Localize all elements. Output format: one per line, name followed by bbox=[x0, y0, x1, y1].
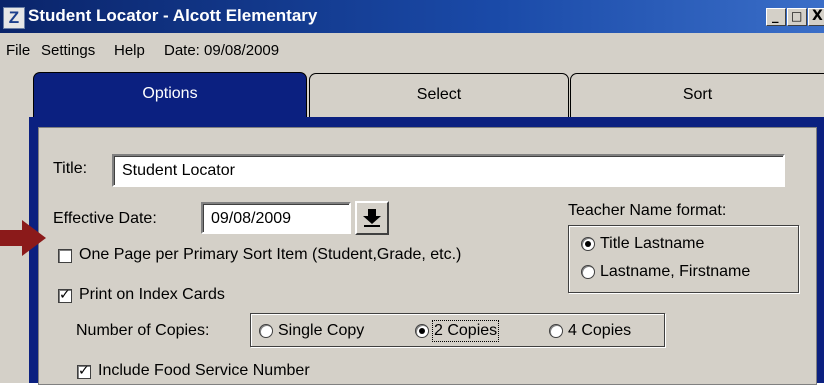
app-icon[interactable]: Z bbox=[3, 7, 25, 29]
radio-single-copy[interactable] bbox=[259, 324, 273, 338]
checkmark-icon: ✓ bbox=[78, 363, 90, 379]
copies-label: Number of Copies: bbox=[76, 322, 210, 339]
food-service-label[interactable]: Include Food Service Number bbox=[98, 362, 310, 380]
maximize-button[interactable]: □ bbox=[787, 8, 807, 26]
date-dropdown-button[interactable] bbox=[355, 201, 389, 235]
menu-bar: File Settings Help Date: 09/08/2009 bbox=[0, 34, 824, 64]
4-copies-label[interactable]: 4 Copies bbox=[568, 322, 631, 340]
minimize-button[interactable]: _ bbox=[766, 8, 786, 26]
effective-date-input[interactable]: 09/08/2009 bbox=[201, 202, 351, 234]
checkmark-icon: ✓ bbox=[59, 287, 71, 303]
minimize-icon: _ bbox=[772, 9, 779, 24]
title-input[interactable]: Student Locator bbox=[112, 154, 785, 187]
print-index-cards-label[interactable]: Print on Index Cards bbox=[79, 286, 225, 304]
window-title: Student Locator - Alcott Elementary bbox=[28, 6, 318, 25]
lastname-firstname-label[interactable]: Lastname, Firstname bbox=[600, 263, 750, 281]
print-index-cards-checkbox[interactable]: ✓ bbox=[58, 287, 72, 303]
title-input-value: Student Locator bbox=[122, 162, 235, 179]
tab-sort[interactable]: Sort bbox=[570, 73, 824, 117]
radio-selected-dot bbox=[419, 328, 425, 334]
effective-date-label: Effective Date: bbox=[53, 210, 157, 227]
title-bar[interactable]: Z Student Locator - Alcott Elementary _ … bbox=[0, 0, 824, 33]
close-icon: X bbox=[812, 8, 823, 24]
tab-select[interactable]: Select bbox=[309, 73, 569, 117]
radio-title-lastname[interactable] bbox=[581, 237, 595, 251]
menu-settings[interactable]: Settings bbox=[41, 42, 95, 59]
maximize-icon: □ bbox=[791, 9, 803, 23]
2-copies-label[interactable]: 2 Copies bbox=[431, 320, 500, 342]
menu-file[interactable]: File bbox=[6, 42, 30, 59]
download-arrow-icon bbox=[363, 209, 381, 227]
annotation-arrow-icon bbox=[0, 220, 46, 256]
single-copy-label[interactable]: Single Copy bbox=[278, 322, 364, 340]
title-lastname-label[interactable]: Title Lastname bbox=[600, 235, 704, 253]
menu-date: Date: 09/08/2009 bbox=[164, 42, 280, 59]
one-page-checkbox[interactable] bbox=[58, 249, 72, 263]
close-button[interactable]: X bbox=[808, 8, 824, 26]
effective-date-value: 09/08/2009 bbox=[211, 210, 292, 227]
food-service-checkbox[interactable]: ✓ bbox=[77, 363, 91, 379]
menu-help[interactable]: Help bbox=[114, 42, 145, 59]
radio-4-copies[interactable] bbox=[549, 324, 563, 338]
teacher-format-heading: Teacher Name format: bbox=[568, 202, 727, 219]
tab-options[interactable]: Options bbox=[33, 72, 307, 118]
app-window: Z Student Locator - Alcott Elementary _ … bbox=[0, 0, 824, 385]
radio-lastname-firstname[interactable] bbox=[581, 265, 595, 279]
title-label: Title: bbox=[53, 160, 88, 177]
radio-selected-dot bbox=[585, 241, 591, 247]
radio-2-copies[interactable] bbox=[415, 324, 429, 338]
one-page-label[interactable]: One Page per Primary Sort Item (Student,… bbox=[79, 246, 461, 264]
